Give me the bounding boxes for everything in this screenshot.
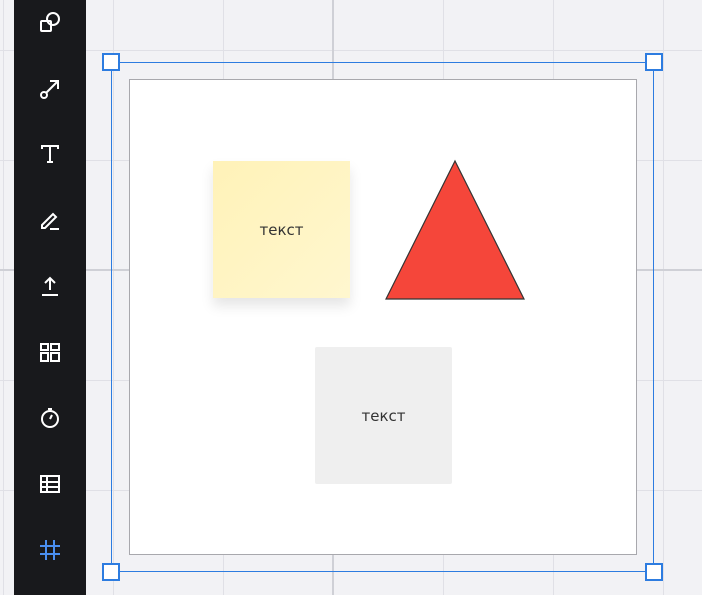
connector-tool[interactable] [14,64,86,114]
sticky-note[interactable]: текст [213,161,350,298]
table-icon [40,475,60,493]
text-card[interactable]: текст [315,347,452,484]
table-tool[interactable] [14,459,86,509]
resize-handle-bottom-right[interactable] [645,563,663,581]
templates-icon [40,343,60,362]
timer-icon [41,408,59,428]
timer-tool[interactable] [14,393,86,443]
pen-icon [41,212,59,230]
frame-icon [40,540,60,560]
resize-handle-bottom-left[interactable] [102,563,120,581]
resize-handle-top-left[interactable] [102,53,120,71]
shapes-tool[interactable] [14,0,86,47]
resize-handle-top-right[interactable] [645,53,663,71]
text-icon [41,145,59,163]
templates-tool[interactable] [14,327,86,377]
frame-tool[interactable] [14,525,86,575]
sticky-note-text: текст [259,220,304,239]
text-tool[interactable] [14,129,86,179]
triangle-shape[interactable] [384,159,526,301]
upload-tool[interactable] [14,261,86,311]
text-card-text: текст [361,406,406,425]
triangle-polygon [385,159,525,300]
shapes-icon [40,12,60,32]
upload-icon [42,276,58,296]
left-toolbar [14,0,86,595]
pen-tool[interactable] [14,195,86,245]
connector-icon [40,80,59,99]
